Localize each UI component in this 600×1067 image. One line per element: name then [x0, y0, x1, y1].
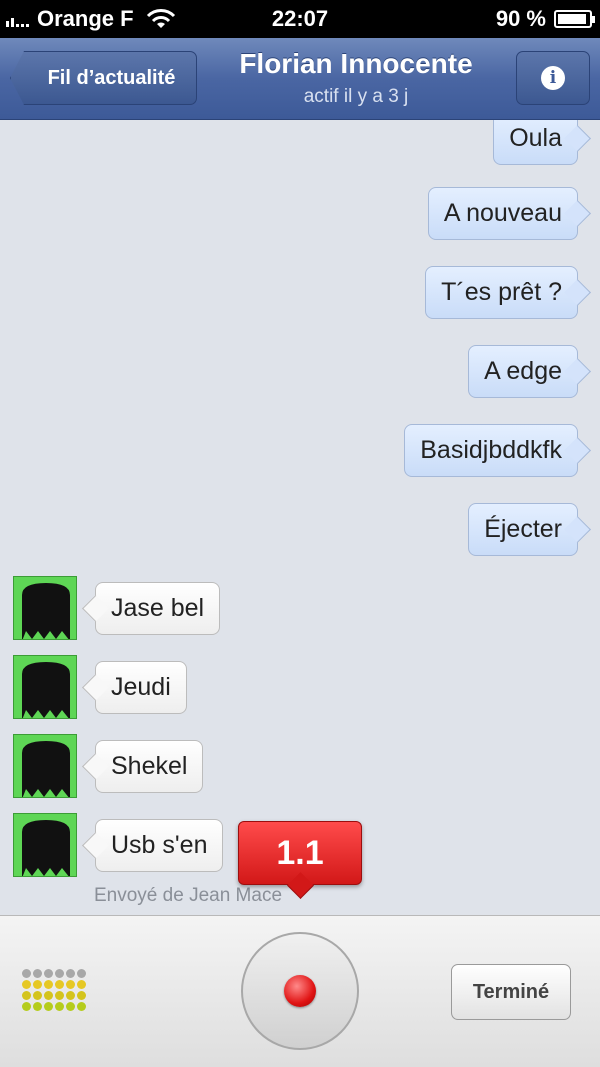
recording-timer: 1.1	[238, 821, 362, 885]
outgoing-message[interactable]: Oula	[493, 120, 578, 165]
stickers-icon[interactable]	[22, 969, 86, 1011]
conversation-title: Florian Innocente	[239, 48, 473, 79]
avatar[interactable]	[13, 813, 77, 877]
back-button[interactable]: Fil d’actualité	[10, 51, 197, 105]
record-button[interactable]	[241, 932, 359, 1050]
battery-icon	[554, 10, 595, 28]
avatar[interactable]	[13, 734, 77, 798]
incoming-message[interactable]: Usb s'en	[95, 819, 224, 872]
avatar-silhouette-icon	[22, 583, 70, 639]
avatar-silhouette-icon	[22, 741, 70, 797]
sent-from-label: Envoyé de Jean Mace	[94, 885, 283, 906]
done-button[interactable]: Terminé	[451, 964, 571, 1020]
info-icon: i	[541, 66, 565, 90]
avatar[interactable]	[13, 655, 77, 719]
status-bar: Orange F 22:07 90 %	[0, 0, 600, 38]
battery-percent: 90 %	[495, 6, 546, 31]
record-icon	[284, 975, 316, 1007]
incoming-message[interactable]: Shekel	[95, 740, 204, 793]
message-thread[interactable]: Oula A nouveau T´es prêt ? A edge Basidj…	[0, 120, 600, 915]
avatar[interactable]	[13, 576, 77, 640]
outgoing-message[interactable]: A nouveau	[427, 187, 578, 240]
info-button[interactable]: i	[516, 51, 590, 105]
incoming-message[interactable]: Jase bel	[95, 582, 221, 635]
avatar-silhouette-icon	[22, 820, 70, 876]
battery-status: 90 %	[495, 6, 595, 32]
incoming-message[interactable]: Jeudi	[95, 661, 187, 714]
navigation-bar: Fil d’actualité Florian Innocente actif …	[0, 38, 600, 120]
outgoing-message[interactable]: A edge	[468, 345, 578, 398]
avatar-silhouette-icon	[22, 662, 70, 718]
outgoing-message[interactable]: T´es prêt ?	[425, 266, 578, 319]
voice-recorder-toolbar: Terminé	[0, 915, 600, 1067]
activity-status: actif il y a 3 j	[303, 86, 409, 107]
outgoing-message[interactable]: Basidjbddkfk	[404, 424, 578, 477]
outgoing-message[interactable]: Éjecter	[468, 503, 578, 556]
